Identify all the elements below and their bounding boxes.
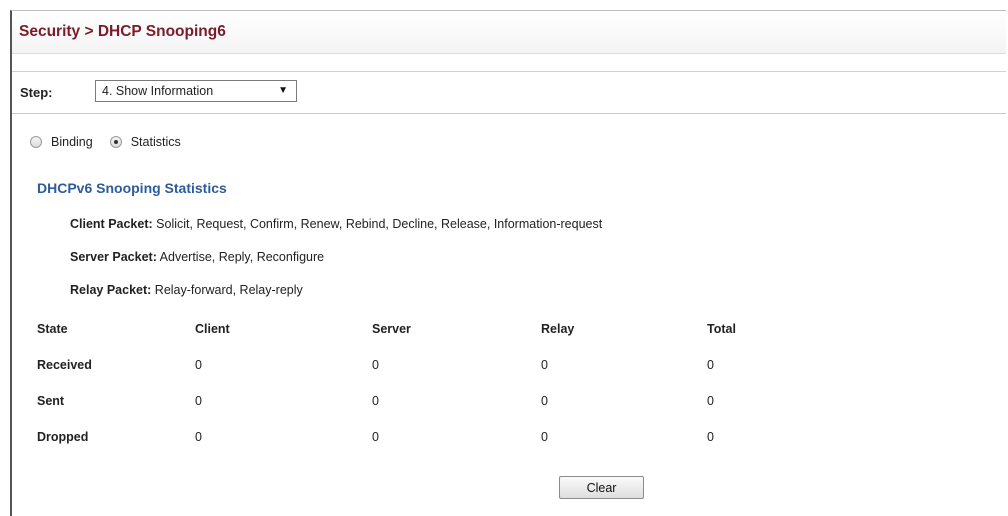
cell-received-client: 0 [195, 358, 202, 372]
stats-table: State Client Server Relay Total Received… [37, 322, 757, 466]
step-bar: Step: 4. Show Information ▼ [12, 71, 1006, 114]
step-select-value: 4. Show Information [102, 84, 214, 98]
cell-sent-total: 0 [707, 394, 714, 408]
cell-sent-client: 0 [195, 394, 202, 408]
view-radio-group: Binding Statistics [30, 133, 198, 151]
section-heading: DHCPv6 Snooping Statistics [37, 180, 227, 196]
cell-dropped-server: 0 [372, 430, 379, 444]
row-state-dropped: Dropped [37, 430, 89, 444]
relay-packet-info: Relay Packet: Relay-forward, Relay-reply [70, 283, 303, 297]
radio-statistics[interactable] [109, 136, 122, 148]
client-packet-info: Client Packet: Solicit, Request, Confirm… [70, 217, 602, 231]
cell-sent-server: 0 [372, 394, 379, 408]
row-state-received: Received [37, 358, 92, 372]
relay-packet-label: Relay Packet: [70, 283, 152, 297]
cell-received-server: 0 [372, 358, 379, 372]
client-packet-label: Client Packet: [70, 217, 153, 231]
row-state-sent: Sent [37, 394, 65, 408]
server-packet-label: Server Packet: [70, 250, 157, 264]
cell-received-relay: 0 [541, 358, 548, 372]
server-packet-value: Advertise, Reply, Reconfigure [159, 250, 325, 264]
page-title: Security > DHCP Snooping6 [12, 11, 1006, 54]
relay-packet-value: Relay-forward, Relay-reply [154, 283, 303, 297]
radio-binding-label[interactable]: Binding [51, 135, 93, 149]
radio-statistics-label[interactable]: Statistics [131, 135, 181, 149]
table-row: Received 0 0 0 0 [37, 358, 757, 394]
column-header-total: Total [707, 322, 736, 336]
table-row: Sent 0 0 0 0 [37, 394, 757, 430]
cell-sent-relay: 0 [541, 394, 548, 408]
step-select[interactable]: 4. Show Information ▼ [95, 80, 297, 102]
page-frame: Security > DHCP Snooping6 Step: 4. Show … [10, 10, 1006, 516]
cell-dropped-relay: 0 [541, 430, 548, 444]
client-packet-value: Solicit, Request, Confirm, Renew, Rebind… [156, 217, 603, 231]
column-header-server: Server [372, 322, 411, 336]
table-row: Dropped 0 0 0 0 [37, 430, 757, 466]
step-label: Step: [20, 85, 53, 100]
column-header-relay: Relay [541, 322, 575, 336]
cell-received-total: 0 [707, 358, 714, 372]
column-header-client: Client [195, 322, 230, 336]
cell-dropped-client: 0 [195, 430, 202, 444]
column-header-state: State [37, 322, 68, 336]
clear-button[interactable]: Clear [559, 476, 644, 499]
dropdown-arrow-icon: ▼ [278, 85, 288, 96]
stats-header-row: State Client Server Relay Total [37, 322, 757, 358]
cell-dropped-total: 0 [707, 430, 714, 444]
server-packet-info: Server Packet: Advertise, Reply, Reconfi… [70, 250, 324, 264]
radio-binding[interactable] [30, 136, 42, 148]
